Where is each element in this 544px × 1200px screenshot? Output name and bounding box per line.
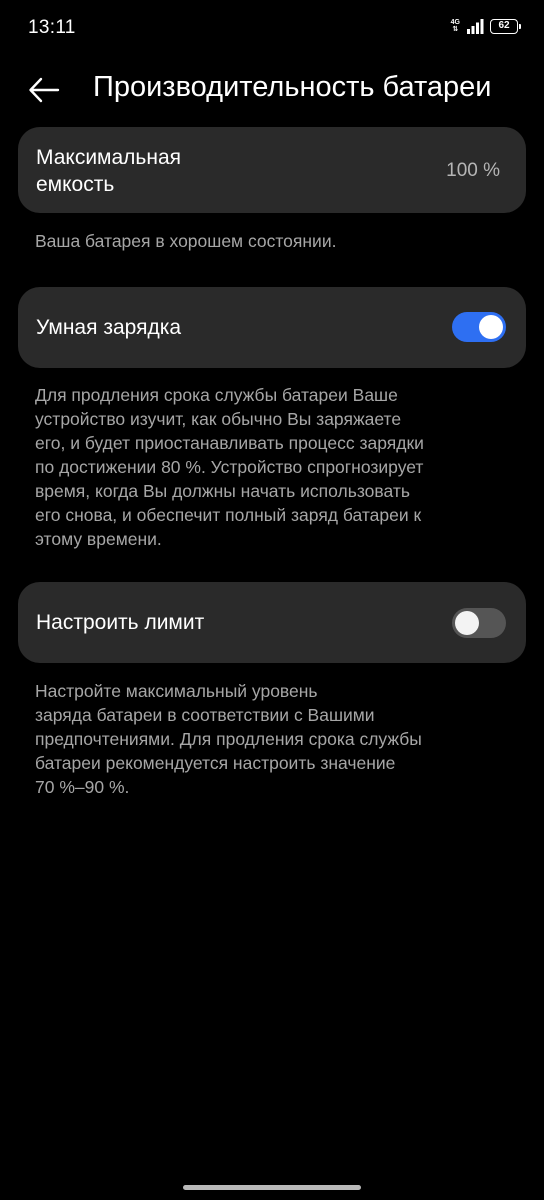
description-line: заряда батареи в соответствии с Вашими [35, 705, 375, 725]
status-time: 13:11 [28, 17, 76, 38]
home-indicator[interactable] [183, 1185, 361, 1190]
smart-charging-toggle[interactable] [452, 312, 506, 342]
smart-charging-card[interactable]: Умная зарядка [18, 287, 526, 368]
status-icons: 4G ⇅ 62 [450, 18, 521, 34]
description-line: батареи рекомендуется настроить значение [35, 753, 396, 773]
battery-status-text: Ваша батарея в хорошем состоянии. [35, 231, 337, 251]
back-button[interactable] [28, 70, 76, 110]
charge-limit-card[interactable]: Настроить лимит [18, 582, 526, 663]
description-line: предпочтениями. Для продления срока служ… [35, 729, 422, 749]
max-capacity-value: 100 % [446, 160, 500, 181]
signal-strength-icon [467, 19, 484, 34]
status-bar: 13:11 4G ⇅ 62 [0, 0, 544, 58]
description-line: Настройте максимальный уровень [35, 681, 318, 701]
max-capacity-card: Максимальная емкость 100 % [18, 127, 526, 213]
description-line: по достижении 80 %. Устройство спрогнози… [35, 457, 424, 477]
max-capacity-label: Максимальная емкость [36, 144, 181, 198]
battery-icon: 62 [490, 18, 521, 34]
toggle-knob [455, 611, 479, 635]
description-line: устройство изучит, как обычно Вы заряжае… [35, 409, 402, 429]
smart-charging-label: Умная зарядка [36, 316, 182, 339]
toggle-knob [479, 315, 503, 339]
description-line: 70 %–90 %. [35, 777, 130, 797]
description-line: время, когда Вы должны начать использова… [35, 481, 410, 501]
smart-charging-description: Для продления срока службы батареи Ваше … [35, 383, 515, 551]
description-line: этому времени. [35, 529, 162, 549]
description-line: его, и будет приостанавливать процесс за… [35, 433, 424, 453]
charge-limit-description: Настройте максимальный уровень заряда ба… [35, 679, 515, 799]
charge-limit-toggle[interactable] [452, 608, 506, 638]
page-title: Производительность батареи [93, 71, 492, 103]
description-line: Для продления срока службы батареи Ваше [35, 385, 398, 405]
charge-limit-label: Настроить лимит [36, 611, 205, 634]
page-header: Производительность батареи [0, 58, 544, 122]
max-capacity-label-line1: Максимальная [36, 146, 182, 169]
battery-level: 62 [498, 20, 510, 31]
description-line: его снова, и обеспечит полный заряд бата… [35, 505, 422, 525]
arrow-left-icon [29, 77, 60, 103]
max-capacity-label-line2: емкость [36, 173, 115, 196]
network-type-icon: 4G ⇅ [450, 19, 460, 33]
